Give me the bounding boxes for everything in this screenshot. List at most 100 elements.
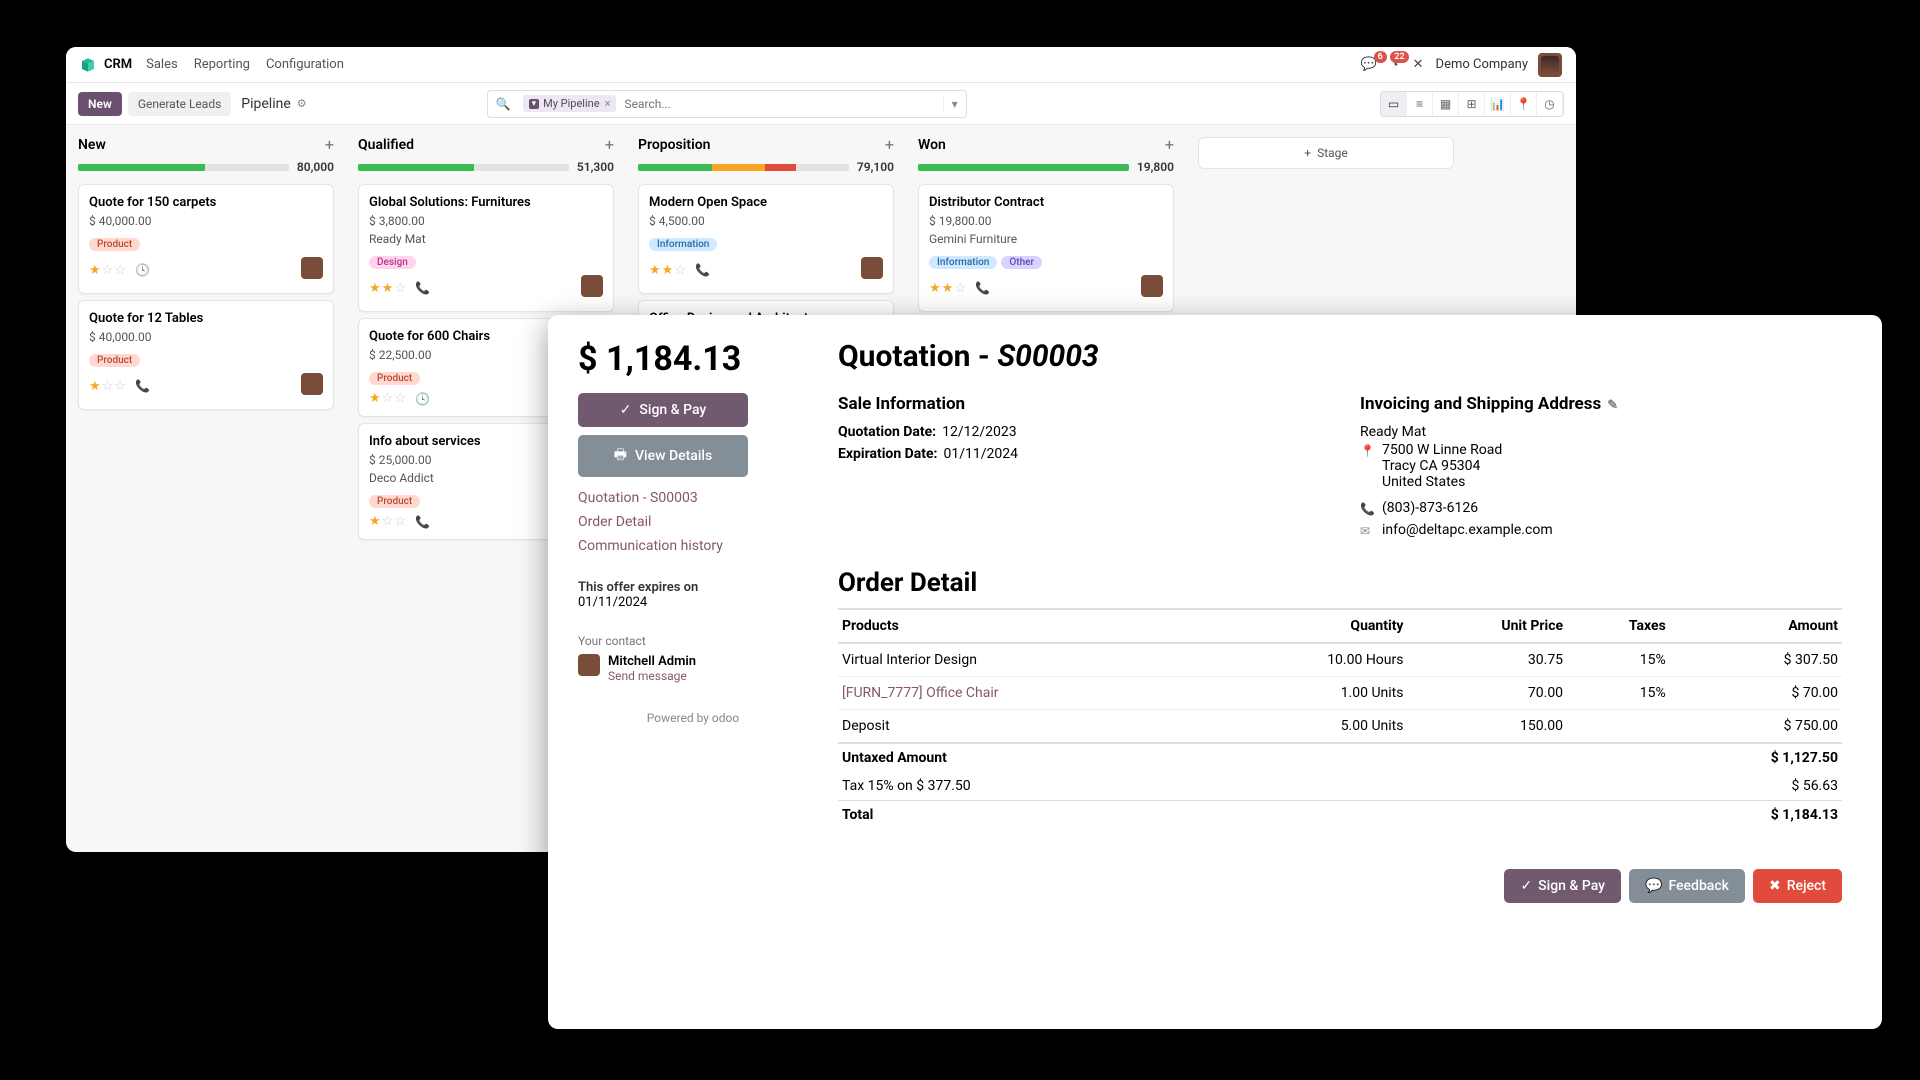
email-icon: ✉: [1360, 522, 1374, 538]
card-priority[interactable]: ★★☆: [929, 281, 967, 296]
kanban-card[interactable]: Quote for 12 Tables$ 40,000.00Product★☆☆…: [78, 300, 334, 410]
card-tag: Product: [369, 372, 420, 385]
add-card-icon[interactable]: +: [605, 135, 614, 154]
expiry-date: 01/11/2024: [578, 595, 808, 610]
card-priority[interactable]: ★★☆: [369, 281, 407, 296]
search-dropdown-icon[interactable]: ▾: [943, 97, 966, 111]
view-switcher: ▭ ≡ ▦ ⊞ 📊 📍 ◷: [1380, 91, 1564, 117]
new-button[interactable]: New: [78, 92, 122, 116]
action-feedback[interactable]: 💬Feedback: [1629, 869, 1745, 903]
address-name: Ready Mat: [1360, 424, 1842, 440]
filter-chip[interactable]: ▾ My Pipeline ×: [523, 95, 617, 112]
col-quantity: Quantity: [1215, 609, 1408, 643]
order-total-row: Untaxed Amount$ 1,127.50: [838, 743, 1842, 772]
product-link[interactable]: [FURN_7777] Office Chair: [842, 685, 999, 701]
action-sign-pay[interactable]: ✓Sign & Pay: [1504, 869, 1621, 903]
add-card-icon[interactable]: +: [1165, 135, 1174, 154]
plus-icon: +: [1304, 146, 1311, 160]
total-label: Total: [838, 801, 1670, 830]
chip-remove-icon[interactable]: ×: [605, 97, 611, 110]
messages-icon[interactable]: 💬6: [1361, 57, 1377, 72]
address-phone: 📞(803)-873-6126: [1360, 500, 1842, 516]
filter-chip-label: My Pipeline: [543, 97, 599, 110]
kanban-card[interactable]: Modern Open Space $ 4,500.00 Information ★★…: [638, 184, 894, 294]
phone-icon: 📞: [695, 263, 710, 277]
send-message-link[interactable]: Send message: [608, 669, 696, 683]
column-progress: [78, 164, 289, 171]
edit-icon[interactable]: ✎: [1607, 398, 1618, 413]
order-total-row: Total$ 1,184.13: [838, 801, 1842, 830]
link-quotation[interactable]: Quotation - S00003: [578, 487, 808, 511]
card-title: Modern Open Space: [649, 195, 883, 210]
view-activity-icon[interactable]: ◷: [1537, 92, 1563, 116]
view-graph-icon[interactable]: 📊: [1485, 92, 1511, 116]
col-amount: Amount: [1670, 609, 1842, 643]
action-reject[interactable]: ✖Reject: [1753, 869, 1842, 903]
check-icon: ✓: [1520, 878, 1532, 894]
phone-icon: 📞: [1360, 500, 1374, 516]
card-tag: Information: [929, 256, 997, 269]
view-calendar-icon[interactable]: ▦: [1433, 92, 1459, 116]
phone-icon: 📞: [415, 515, 430, 529]
address-street: 📍7500 W Linne RoadTracy CA 95304United S…: [1360, 442, 1842, 490]
col-products: Products: [838, 609, 1215, 643]
column-title: Won: [918, 137, 1165, 153]
quote-total-price: $ 1,184.13: [578, 339, 808, 379]
card-amount: $ 3,800.00: [369, 214, 603, 228]
line-amount: $ 307.50: [1670, 643, 1842, 677]
gear-icon[interactable]: ⚙: [297, 97, 307, 110]
card-priority[interactable]: ★☆☆: [89, 379, 127, 394]
card-priority[interactable]: ★☆☆: [369, 514, 407, 529]
controlbar: New Generate Leads Pipeline ⚙ 🔍 ▾ My Pip…: [66, 83, 1576, 125]
powered-by: Powered by odoo: [578, 711, 808, 725]
link-communication[interactable]: Communication history: [578, 535, 808, 559]
sign-pay-button[interactable]: ✓Sign & Pay: [578, 393, 748, 427]
app-brand[interactable]: CRM: [104, 57, 132, 72]
quotation-date: Quotation Date:12/12/2023: [838, 424, 1320, 440]
line-qty: 10.00 Hours: [1215, 643, 1408, 677]
total-value: $ 1,184.13: [1670, 801, 1842, 830]
card-avatar: [301, 373, 323, 395]
kanban-card[interactable]: Distributor Contract$ 19,800.00Gemini Fu…: [918, 184, 1174, 312]
line-amount: $ 70.00: [1670, 677, 1842, 710]
card-priority[interactable]: ★☆☆: [369, 391, 407, 406]
quote-sidebar: $ 1,184.13 ✓Sign & Pay 🖶View Details Quo…: [578, 339, 808, 1005]
quotation-window: $ 1,184.13 ✓Sign & Pay 🖶View Details Quo…: [548, 315, 1882, 1029]
search-box[interactable]: 🔍 ▾ My Pipeline × ▾: [487, 90, 967, 118]
company-name[interactable]: Demo Company: [1436, 57, 1528, 72]
expiry-label: This offer expires on: [578, 580, 808, 595]
menu-configuration[interactable]: Configuration: [266, 57, 344, 72]
tools-icon[interactable]: ✕: [1413, 57, 1424, 72]
add-card-icon[interactable]: +: [885, 135, 894, 154]
user-avatar[interactable]: [1538, 53, 1562, 77]
add-card-icon[interactable]: +: [325, 135, 334, 154]
card-amount: $ 19,800.00: [929, 214, 1163, 228]
card-subtitle: Gemini Furniture: [929, 232, 1163, 246]
view-map-icon[interactable]: 📍: [1511, 92, 1537, 116]
generate-leads-button[interactable]: Generate Leads: [128, 92, 231, 116]
card-priority[interactable]: ★☆☆: [89, 263, 127, 278]
card-priority[interactable]: ★★☆: [649, 263, 687, 278]
total-value: $ 1,127.50: [1670, 743, 1842, 772]
activities-icon[interactable]: ◔22: [1391, 57, 1399, 73]
card-amount: $ 4,500.00: [649, 214, 883, 228]
view-list-icon[interactable]: ≡: [1407, 92, 1433, 116]
order-total-row: Tax 15% on $ 377.50$ 56.63: [838, 772, 1842, 801]
invoicing-title: Invoicing and Shipping Address✎: [1360, 394, 1842, 414]
card-tag: Information: [649, 238, 717, 251]
line-tax: 15%: [1567, 677, 1670, 710]
kanban-card[interactable]: Global Solutions: Furnitures$ 3,800.00Re…: [358, 184, 614, 312]
order-line: Virtual Interior Design10.00 Hours30.751…: [838, 643, 1842, 677]
view-pivot-icon[interactable]: ⊞: [1459, 92, 1485, 116]
sale-info-title: Sale Information: [838, 394, 1320, 414]
line-tax: 15%: [1567, 643, 1670, 677]
view-details-button[interactable]: 🖶View Details: [578, 435, 748, 477]
kanban-card[interactable]: Quote for 150 carpets$ 40,000.00Product★…: [78, 184, 334, 294]
view-kanban-icon[interactable]: ▭: [1381, 92, 1407, 116]
add-stage-button[interactable]: +Stage: [1198, 137, 1454, 169]
menu-sales[interactable]: Sales: [146, 57, 178, 72]
link-order-detail[interactable]: Order Detail: [578, 511, 808, 535]
menu-reporting[interactable]: Reporting: [194, 57, 250, 72]
search-input[interactable]: [616, 97, 942, 111]
card-avatar: [301, 257, 323, 279]
